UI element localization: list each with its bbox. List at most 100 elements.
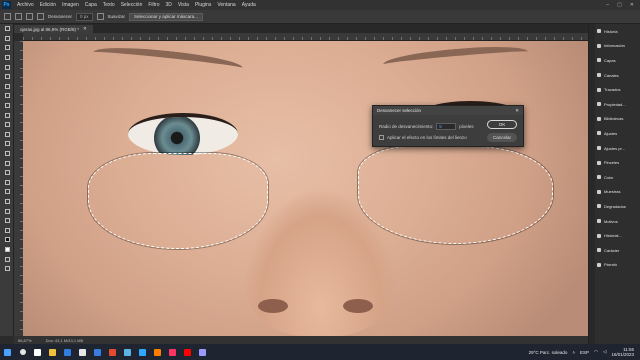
taskbar-app-6-icon[interactable] [105, 346, 120, 358]
gradient-tool-icon[interactable] [0, 139, 14, 149]
eraser-tool-icon[interactable] [0, 130, 14, 140]
move-tool-icon[interactable] [0, 24, 14, 34]
taskbar-illustrator-icon[interactable] [150, 346, 165, 358]
volume-icon[interactable]: ◁ [603, 349, 606, 355]
start-button-icon[interactable] [0, 346, 15, 358]
panel-motivos[interactable]: Motivos [589, 214, 640, 229]
chevron-up-icon[interactable]: ˄ [572, 350, 575, 355]
edit-toolbar-icon[interactable] [0, 225, 14, 235]
background-color-icon[interactable] [0, 245, 14, 255]
object-select-tool-icon[interactable] [0, 53, 14, 63]
feather-radius-input[interactable]: 5 [436, 123, 457, 130]
blur-tool-icon[interactable] [0, 149, 14, 159]
minimize-icon[interactable]: – [606, 2, 609, 8]
taskbar-acrobat-icon[interactable] [180, 346, 195, 358]
panel-color[interactable]: Color [589, 170, 640, 185]
screen-mode-icon[interactable] [0, 264, 14, 274]
clone-stamp-tool-icon[interactable] [0, 110, 14, 120]
quick-mask-icon[interactable] [0, 254, 14, 264]
marquee-tool-icon[interactable] [0, 34, 14, 44]
close-icon[interactable]: ✕ [630, 2, 634, 8]
foreground-color-icon[interactable] [0, 235, 14, 245]
taskbar-app-5-icon[interactable] [90, 346, 105, 358]
menu-edicion[interactable]: Edición [37, 2, 59, 8]
taskbar-app-7-icon[interactable] [120, 346, 135, 358]
taskbar-photoshop-icon[interactable] [135, 346, 150, 358]
pen-tool-icon[interactable] [0, 168, 14, 178]
taskbar-app-2-icon[interactable] [45, 346, 60, 358]
intersect-selection-icon[interactable] [37, 13, 44, 20]
panel-trazados[interactable]: Trazados [589, 82, 640, 97]
menu-imagen[interactable]: Imagen [59, 2, 82, 8]
image-canvas[interactable] [23, 41, 588, 336]
frame-tool-icon[interactable] [0, 72, 14, 82]
taskbar-app-3-icon[interactable] [60, 346, 75, 358]
document-tab[interactable]: ojeras.jpg al 86,9% (RGB/8) * ✕ [14, 25, 93, 33]
taskbar-indesign-icon[interactable] [165, 346, 180, 358]
selection-marquee-right[interactable] [358, 146, 553, 244]
menu-texto[interactable]: Texto [100, 2, 118, 8]
maximize-icon[interactable]: ▢ [617, 2, 622, 8]
crop-tool-icon[interactable] [0, 62, 14, 72]
panel-ajustes-preestablecidos[interactable]: Ajustes pr... [589, 141, 640, 156]
healing-brush-tool-icon[interactable] [0, 91, 14, 101]
language-indicator[interactable]: ESP [580, 350, 589, 355]
panel-caracter[interactable]: Carácter [589, 243, 640, 258]
panel-canales[interactable]: Canales [589, 68, 640, 83]
dodge-tool-icon[interactable] [0, 158, 14, 168]
search-icon[interactable] [15, 346, 30, 358]
new-selection-icon[interactable] [4, 13, 11, 20]
select-mask-button[interactable]: Seleccionar y aplicar máscara... [129, 12, 203, 21]
menu-3d[interactable]: 3D [163, 2, 175, 8]
tab-close-icon[interactable]: ✕ [83, 26, 87, 32]
menu-capa[interactable]: Capa [82, 2, 100, 8]
panel-historia[interactable]: Historia [589, 24, 640, 39]
shape-tool-icon[interactable] [0, 197, 14, 207]
brush-tool-icon[interactable] [0, 101, 14, 111]
zoom-level[interactable]: 86,87% [18, 338, 32, 343]
menu-vista[interactable]: Vista [175, 2, 192, 8]
taskbar-app-4-icon[interactable] [75, 346, 90, 358]
panel-muestras[interactable]: Muestras [589, 185, 640, 200]
panel-pinceles[interactable]: Pinceles [589, 155, 640, 170]
add-selection-icon[interactable] [15, 13, 22, 20]
menu-ventana[interactable]: Ventana [214, 2, 238, 8]
taskbar-premiere-icon[interactable] [195, 346, 210, 358]
panel-ajustes[interactable]: Ajustes [589, 126, 640, 141]
subtract-selection-icon[interactable] [26, 13, 33, 20]
color-icon [597, 175, 601, 180]
history-brush-tool-icon[interactable] [0, 120, 14, 130]
apply-canvas-checkbox[interactable] [379, 135, 384, 140]
type-tool-icon[interactable] [0, 178, 14, 188]
weather-widget[interactable]: 29°C Parc. soleado [529, 350, 568, 355]
panel-degradados[interactable]: Degradados [589, 199, 640, 214]
selection-marquee-left[interactable] [88, 153, 268, 249]
menu-ayuda[interactable]: Ayuda [239, 2, 259, 8]
clock[interactable]: 11:55 16/01/2023 [611, 347, 634, 357]
wifi-icon[interactable]: ◠ [594, 349, 598, 355]
panel-parrafo[interactable]: Párrafo [589, 258, 640, 273]
panel-capas[interactable]: Capas [589, 53, 640, 68]
panel-propiedades[interactable]: Propiedad... [589, 97, 640, 112]
dialog-titlebar[interactable]: Desvanecer selección ✕ [373, 106, 523, 115]
lasso-tool-icon[interactable] [0, 43, 14, 53]
menu-filtro[interactable]: Filtro [145, 2, 162, 8]
path-select-tool-icon[interactable] [0, 187, 14, 197]
menu-seleccion[interactable]: Selección [118, 2, 146, 8]
panel-informacion[interactable]: Información [589, 39, 640, 54]
menu-plugins[interactable]: Plugins [192, 2, 214, 8]
ok-button[interactable]: OK [487, 120, 517, 129]
horizontal-ruler[interactable] [23, 33, 588, 41]
eyedropper-tool-icon[interactable] [0, 82, 14, 92]
vertical-ruler[interactable] [14, 41, 23, 336]
panel-historial[interactable]: Historial... [589, 228, 640, 243]
dialog-close-icon[interactable]: ✕ [515, 108, 519, 114]
cancel-button[interactable]: Cancelar [487, 133, 517, 142]
hand-tool-icon[interactable] [0, 206, 14, 216]
taskbar-app-1-icon[interactable] [30, 346, 45, 358]
zoom-tool-icon[interactable] [0, 216, 14, 226]
panel-bibliotecas[interactable]: Bibliotecas [589, 112, 640, 127]
smooth-checkbox[interactable] [96, 13, 104, 20]
menu-archivo[interactable]: Archivo [14, 2, 37, 8]
feather-input[interactable]: 0 px [76, 12, 93, 21]
